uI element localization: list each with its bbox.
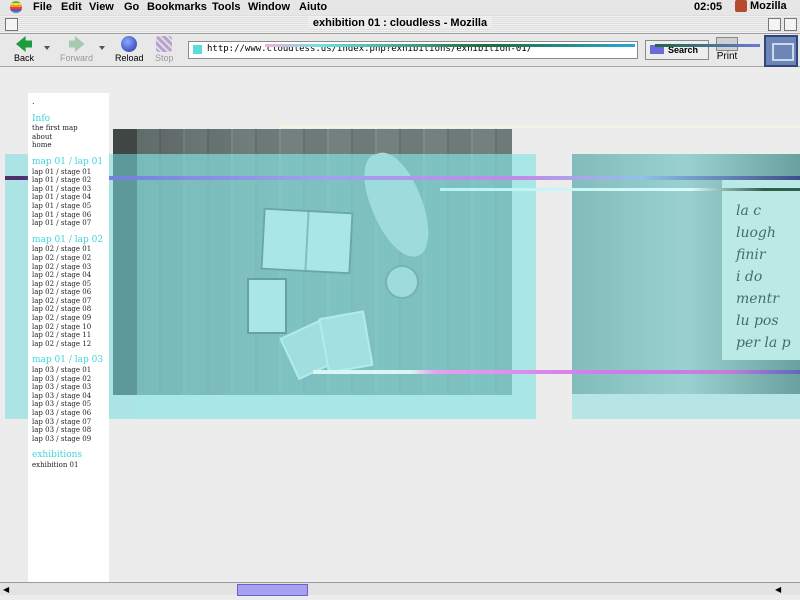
application-name: Mozilla bbox=[750, 0, 787, 12]
sidebar-link[interactable]: lap 03 / stage 05 bbox=[32, 400, 109, 409]
sidebar-link[interactable]: lap 02 / stage 06 bbox=[32, 288, 109, 297]
sidebar-link[interactable]: lap 01 / stage 05 bbox=[32, 202, 109, 211]
sidebar-link[interactable]: home bbox=[32, 141, 109, 150]
sidebar-link[interactable]: the first map bbox=[32, 124, 109, 133]
glitch-band bbox=[313, 370, 800, 374]
application-menu[interactable]: Mozilla bbox=[735, 0, 787, 12]
forward-button[interactable]: Forward bbox=[60, 36, 93, 63]
sidebar-link[interactable]: lap 01 / stage 03 bbox=[32, 185, 109, 194]
scrollbar-thumb[interactable] bbox=[237, 584, 308, 596]
scroll-right-arrow-icon[interactable]: ◀ bbox=[775, 585, 781, 594]
reload-icon bbox=[121, 36, 138, 52]
back-arrow-icon bbox=[16, 36, 32, 52]
teal-overlay bbox=[572, 154, 800, 419]
sidebar-link[interactable]: lap 02 / stage 05 bbox=[32, 280, 109, 289]
sidebar-link[interactable]: lap 03 / stage 07 bbox=[32, 418, 109, 427]
window-collapse-box[interactable] bbox=[784, 18, 797, 31]
menu-tools[interactable]: Tools bbox=[212, 1, 241, 13]
sidebar-navigation: . Info the first map about home map 01 / lap… bbox=[28, 93, 109, 590]
back-button[interactable]: Back bbox=[14, 36, 34, 63]
sidebar-dot: . bbox=[32, 97, 35, 106]
sidebar-link[interactable]: lap 02 / stage 08 bbox=[32, 305, 109, 314]
apple-menu-icon[interactable] bbox=[10, 1, 22, 13]
sidebar-section-title: map 01 / lap 01 bbox=[32, 156, 104, 167]
sidebar-link[interactable]: lap 02 / stage 12 bbox=[32, 340, 109, 349]
sidebar-sections: Info the first map about home map 01 / lap 0… bbox=[28, 113, 109, 470]
sidebar-link[interactable]: lap 03 / stage 02 bbox=[32, 375, 109, 384]
throbber-frame-icon bbox=[772, 43, 794, 61]
glitch-band bbox=[655, 44, 760, 47]
sidebar-section-title: Info bbox=[32, 113, 51, 124]
sidebar-link[interactable]: lap 02 / stage 04 bbox=[32, 271, 109, 280]
sidebar-link[interactable]: lap 03 / stage 08 bbox=[32, 426, 109, 435]
sidebar-link[interactable]: lap 03 / stage 01 bbox=[32, 366, 109, 375]
menu-bookmarks[interactable]: Bookmarks bbox=[147, 1, 207, 13]
menu-window[interactable]: Window bbox=[248, 1, 290, 13]
menu-file[interactable]: File bbox=[33, 1, 52, 13]
window-title: exhibition 01 : cloudless - Mozilla bbox=[307, 17, 493, 29]
teal-overlay bbox=[137, 154, 536, 419]
navigation-toolbar: Back Forward Reload Stop http://www.clou… bbox=[0, 34, 800, 67]
sidebar-link[interactable]: lap 01 / stage 06 bbox=[32, 211, 109, 220]
mozilla-icon bbox=[735, 0, 747, 12]
sidebar-link[interactable]: lap 02 / stage 10 bbox=[32, 323, 109, 332]
stop-icon bbox=[156, 36, 173, 52]
stop-button[interactable]: Stop bbox=[155, 36, 174, 63]
sidebar-link[interactable]: lap 02 / stage 03 bbox=[32, 263, 109, 272]
page-proxy-icon[interactable] bbox=[193, 45, 202, 54]
search-button[interactable]: Search bbox=[645, 40, 709, 60]
stop-label: Stop bbox=[155, 53, 174, 63]
sidebar-link[interactable]: lap 02 / stage 02 bbox=[32, 254, 109, 263]
back-label: Back bbox=[14, 53, 35, 63]
window-title-bar[interactable]: exhibition 01 : cloudless - Mozilla bbox=[0, 15, 800, 34]
window-zoom-box[interactable] bbox=[768, 18, 781, 31]
sidebar-link[interactable]: lap 02 / stage 01 bbox=[32, 245, 109, 254]
sidebar-section-title: map 01 / lap 02 bbox=[32, 234, 104, 245]
menu-edit[interactable]: Edit bbox=[61, 1, 82, 13]
sidebar-link[interactable]: lap 03 / stage 04 bbox=[32, 392, 109, 401]
sidebar-link[interactable]: lap 03 / stage 03 bbox=[32, 383, 109, 392]
glitch-band bbox=[280, 125, 800, 128]
forward-arrow-icon bbox=[68, 36, 85, 52]
print-label: Print bbox=[716, 51, 738, 62]
glitch-band bbox=[440, 188, 800, 191]
sidebar-link[interactable]: lap 01 / stage 02 bbox=[32, 176, 109, 185]
sidebar-link[interactable]: exhibition 01 bbox=[32, 461, 109, 470]
menu-go[interactable]: Go bbox=[124, 1, 139, 13]
sidebar-link[interactable]: lap 02 / stage 11 bbox=[32, 331, 109, 340]
back-dropdown-icon[interactable] bbox=[44, 46, 50, 50]
window-title-wrap: exhibition 01 : cloudless - Mozilla bbox=[0, 17, 800, 29]
sidebar-link[interactable]: lap 03 / stage 06 bbox=[32, 409, 109, 418]
forward-label: Forward bbox=[60, 53, 94, 63]
sidebar-link[interactable]: lap 02 / stage 09 bbox=[32, 314, 109, 323]
sidebar-link[interactable]: lap 02 / stage 07 bbox=[32, 297, 109, 306]
glitch-band bbox=[5, 176, 800, 180]
sidebar-link[interactable]: lap 03 / stage 09 bbox=[32, 435, 109, 444]
menu-aiuto[interactable]: Aiuto bbox=[299, 1, 327, 13]
glitch-band bbox=[265, 44, 635, 47]
reload-button[interactable]: Reload bbox=[115, 36, 144, 63]
sidebar-section-title: map 01 / lap 03 bbox=[32, 355, 104, 366]
forward-dropdown-icon[interactable] bbox=[99, 46, 105, 50]
sidebar-link[interactable]: about bbox=[32, 133, 109, 142]
horizontal-scrollbar[interactable]: ◀ ◀ bbox=[0, 582, 800, 596]
sidebar-link[interactable]: lap 01 / stage 01 bbox=[32, 168, 109, 177]
sidebar-link[interactable]: lap 01 / stage 04 bbox=[32, 193, 109, 202]
sidebar-link[interactable]: lap 01 / stage 07 bbox=[32, 219, 109, 228]
scroll-left-arrow-icon[interactable]: ◀ bbox=[3, 585, 9, 594]
menubar-clock: 02:05 bbox=[694, 1, 723, 13]
menu-bar: File Edit View Go Bookmarks Tools Window… bbox=[0, 0, 800, 16]
print-button[interactable]: Print bbox=[716, 37, 738, 62]
reload-label: Reload bbox=[115, 53, 144, 63]
mozilla-throbber-logo[interactable] bbox=[764, 35, 798, 67]
sidebar-section-title: exhibitions bbox=[32, 450, 83, 461]
menu-view[interactable]: View bbox=[89, 1, 114, 13]
